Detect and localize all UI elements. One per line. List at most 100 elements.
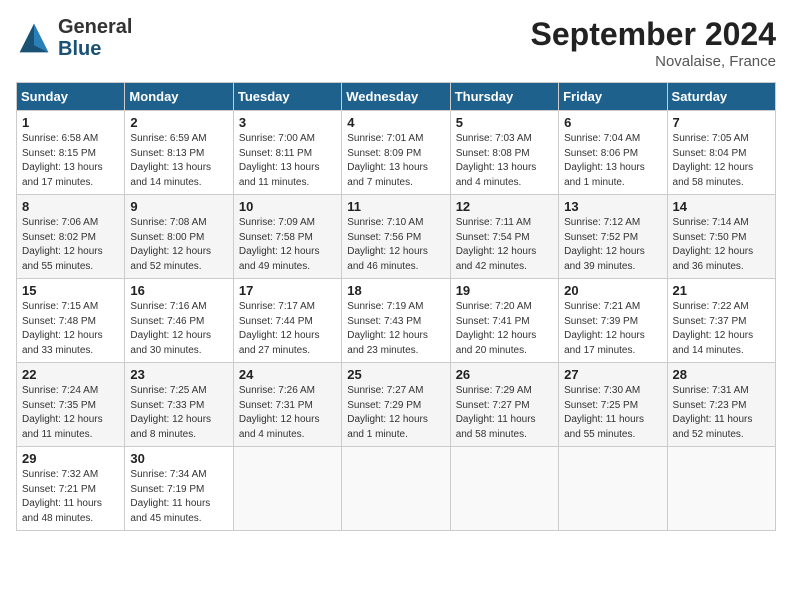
day-info: Sunrise: 7:00 AM Sunset: 8:11 PM Dayligh… — [239, 132, 336, 190]
day-number: 29 — [22, 451, 119, 466]
calendar-cell: 3 Sunrise: 7:00 AM Sunset: 8:11 PM Daylig… — [233, 111, 341, 195]
day-info: Sunrise: 7:10 AM Sunset: 7:56 PM Dayligh… — [347, 216, 444, 274]
calendar-week-row: 8Sunrise: 7:06 AM Sunset: 8:02 PM Daylig… — [17, 195, 776, 279]
calendar-cell: 29 Sunrise: 7:32 AM Sunset: 7:21 PM Dayli… — [17, 447, 125, 531]
col-monday: Monday — [125, 83, 233, 111]
calendar-cell: 27Sunrise: 7:30 AM Sunset: 7:25 PM Dayli… — [559, 363, 667, 447]
day-number: 24 — [239, 367, 336, 382]
logo-icon — [16, 20, 52, 56]
day-number: 5 — [456, 115, 553, 130]
calendar-week-row: 22 Sunrise: 7:24 AM Sunset: 7:35 PM Dayli… — [17, 363, 776, 447]
day-number: 14 — [673, 199, 770, 214]
day-number: 6 — [564, 115, 661, 130]
day-number: 23 — [130, 367, 227, 382]
calendar-cell: 10 Sunrise: 7:09 AM Sunset: 7:58 PM Dayli… — [233, 195, 341, 279]
day-number: 1 — [22, 115, 119, 130]
calendar-cell: 23 Sunrise: 7:25 AM Sunset: 7:33 PM Dayli… — [125, 363, 233, 447]
calendar-cell: 20Sunrise: 7:21 AM Sunset: 7:39 PM Dayli… — [559, 279, 667, 363]
day-number: 12 — [456, 199, 553, 214]
day-number: 26 — [456, 367, 553, 382]
calendar-cell — [667, 447, 775, 531]
col-saturday: Saturday — [667, 83, 775, 111]
day-info: Sunrise: 7:27 AM Sunset: 7:29 PM Dayligh… — [347, 384, 444, 442]
day-info: Sunrise: 7:20 AM Sunset: 7:41 PM Dayligh… — [456, 300, 553, 358]
calendar-cell: 11 Sunrise: 7:10 AM Sunset: 7:56 PM Dayli… — [342, 195, 450, 279]
calendar-cell: 1 Sunrise: 6:58 AM Sunset: 8:15 PM Daylig… — [17, 111, 125, 195]
calendar-cell: 19Sunrise: 7:20 AM Sunset: 7:41 PM Dayli… — [450, 279, 558, 363]
calendar-cell: 24 Sunrise: 7:26 AM Sunset: 7:31 PM Dayli… — [233, 363, 341, 447]
day-info: Sunrise: 7:19 AM Sunset: 7:43 PM Dayligh… — [347, 300, 444, 358]
calendar-cell: 6 Sunrise: 7:04 AM Sunset: 8:06 PM Daylig… — [559, 111, 667, 195]
col-thursday: Thursday — [450, 83, 558, 111]
day-number: 9 — [130, 199, 227, 214]
calendar-cell: 2 Sunrise: 6:59 AM Sunset: 8:13 PM Daylig… — [125, 111, 233, 195]
calendar-cell: 16Sunrise: 7:16 AM Sunset: 7:46 PM Dayli… — [125, 279, 233, 363]
calendar-cell: 7 Sunrise: 7:05 AM Sunset: 8:04 PM Daylig… — [667, 111, 775, 195]
day-info: Sunrise: 6:58 AM Sunset: 8:15 PM Dayligh… — [22, 132, 119, 190]
calendar-cell: 4 Sunrise: 7:01 AM Sunset: 8:09 PM Daylig… — [342, 111, 450, 195]
calendar-cell: 15Sunrise: 7:15 AM Sunset: 7:48 PM Dayli… — [17, 279, 125, 363]
day-number: 10 — [239, 199, 336, 214]
calendar-cell: 14 Sunrise: 7:14 AM Sunset: 7:50 PM Dayli… — [667, 195, 775, 279]
day-number: 4 — [347, 115, 444, 130]
month-title: September 2024 — [531, 16, 776, 53]
logo-text: General Blue — [58, 16, 132, 60]
calendar-cell: 30 Sunrise: 7:34 AM Sunset: 7:19 PM Dayli… — [125, 447, 233, 531]
day-number: 22 — [22, 367, 119, 382]
day-number: 3 — [239, 115, 336, 130]
calendar-cell: 17 Sunrise: 7:17 AM Sunset: 7:44 PM Dayli… — [233, 279, 341, 363]
day-info: Sunrise: 7:32 AM Sunset: 7:21 PM Dayligh… — [22, 468, 119, 526]
calendar-cell: 18Sunrise: 7:19 AM Sunset: 7:43 PM Dayli… — [342, 279, 450, 363]
day-info: Sunrise: 6:59 AM Sunset: 8:13 PM Dayligh… — [130, 132, 227, 190]
calendar-week-row: 1 Sunrise: 6:58 AM Sunset: 8:15 PM Daylig… — [17, 111, 776, 195]
day-info: Sunrise: 7:08 AM Sunset: 8:00 PM Dayligh… — [130, 216, 227, 274]
calendar-cell — [559, 447, 667, 531]
calendar-cell: 9 Sunrise: 7:08 AM Sunset: 8:00 PM Daylig… — [125, 195, 233, 279]
day-number: 16 — [130, 283, 227, 298]
day-number: 20 — [564, 283, 661, 298]
day-info: Sunrise: 7:01 AM Sunset: 8:09 PM Dayligh… — [347, 132, 444, 190]
col-tuesday: Tuesday — [233, 83, 341, 111]
day-number: 11 — [347, 199, 444, 214]
header-row: Sunday Monday Tuesday Wednesday Thursday… — [17, 83, 776, 111]
location: Novalaise, France — [531, 53, 776, 70]
col-sunday: Sunday — [17, 83, 125, 111]
logo: General Blue — [16, 16, 132, 60]
day-info: Sunrise: 7:11 AM Sunset: 7:54 PM Dayligh… — [456, 216, 553, 274]
calendar-cell — [450, 447, 558, 531]
day-number: 8 — [22, 199, 119, 214]
calendar-cell: 25 Sunrise: 7:27 AM Sunset: 7:29 PM Dayli… — [342, 363, 450, 447]
day-info: Sunrise: 7:14 AM Sunset: 7:50 PM Dayligh… — [673, 216, 770, 274]
calendar-cell: 13Sunrise: 7:12 AM Sunset: 7:52 PM Dayli… — [559, 195, 667, 279]
day-info: Sunrise: 7:05 AM Sunset: 8:04 PM Dayligh… — [673, 132, 770, 190]
day-number: 28 — [673, 367, 770, 382]
day-info: Sunrise: 7:29 AM Sunset: 7:27 PM Dayligh… — [456, 384, 553, 442]
day-info: Sunrise: 7:24 AM Sunset: 7:35 PM Dayligh… — [22, 384, 119, 442]
calendar-cell: 28 Sunrise: 7:31 AM Sunset: 7:23 PM Dayli… — [667, 363, 775, 447]
calendar-cell: 21 Sunrise: 7:22 AM Sunset: 7:37 PM Dayli… — [667, 279, 775, 363]
day-number: 30 — [130, 451, 227, 466]
day-info: Sunrise: 7:03 AM Sunset: 8:08 PM Dayligh… — [456, 132, 553, 190]
day-info: Sunrise: 7:25 AM Sunset: 7:33 PM Dayligh… — [130, 384, 227, 442]
day-number: 21 — [673, 283, 770, 298]
day-number: 17 — [239, 283, 336, 298]
day-info: Sunrise: 7:22 AM Sunset: 7:37 PM Dayligh… — [673, 300, 770, 358]
calendar-table: Sunday Monday Tuesday Wednesday Thursday… — [16, 82, 776, 531]
day-info: Sunrise: 7:26 AM Sunset: 7:31 PM Dayligh… — [239, 384, 336, 442]
day-info: Sunrise: 7:17 AM Sunset: 7:44 PM Dayligh… — [239, 300, 336, 358]
day-info: Sunrise: 7:15 AM Sunset: 7:48 PM Dayligh… — [22, 300, 119, 358]
day-info: Sunrise: 7:31 AM Sunset: 7:23 PM Dayligh… — [673, 384, 770, 442]
calendar-week-row: 29 Sunrise: 7:32 AM Sunset: 7:21 PM Dayli… — [17, 447, 776, 531]
calendar-cell — [342, 447, 450, 531]
day-info: Sunrise: 7:12 AM Sunset: 7:52 PM Dayligh… — [564, 216, 661, 274]
day-number: 25 — [347, 367, 444, 382]
calendar-cell — [233, 447, 341, 531]
day-number: 2 — [130, 115, 227, 130]
col-friday: Friday — [559, 83, 667, 111]
calendar-cell: 26 Sunrise: 7:29 AM Sunset: 7:27 PM Dayli… — [450, 363, 558, 447]
day-info: Sunrise: 7:09 AM Sunset: 7:58 PM Dayligh… — [239, 216, 336, 274]
day-info: Sunrise: 7:34 AM Sunset: 7:19 PM Dayligh… — [130, 468, 227, 526]
day-number: 7 — [673, 115, 770, 130]
calendar-cell: 8Sunrise: 7:06 AM Sunset: 8:02 PM Daylig… — [17, 195, 125, 279]
day-info: Sunrise: 7:04 AM Sunset: 8:06 PM Dayligh… — [564, 132, 661, 190]
